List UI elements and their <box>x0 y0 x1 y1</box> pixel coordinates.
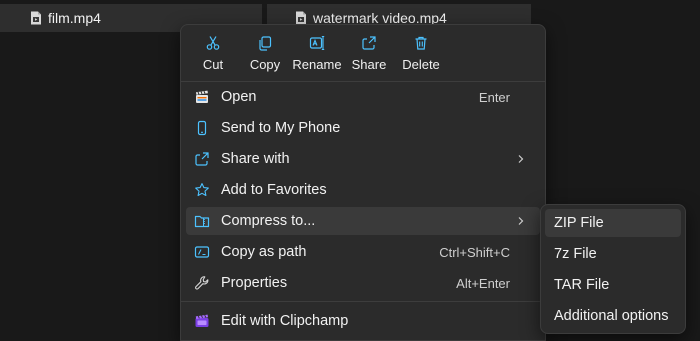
menu-item-share-with[interactable]: Share with <box>186 145 540 173</box>
copy-label: Copy <box>249 57 281 72</box>
menu-item-label: Compress to... <box>221 213 316 229</box>
video-file-icon <box>295 11 307 25</box>
menu-item-properties[interactable]: Properties Alt+Enter <box>186 269 540 297</box>
menu-item-open[interactable]: Open Enter <box>186 83 540 111</box>
submenu-item-7z-file[interactable]: 7z File <box>545 240 681 268</box>
menu-item-label: Copy as path <box>221 244 307 260</box>
share-with-icon <box>194 151 210 167</box>
rename-icon <box>309 35 325 51</box>
submenu-item-zip-file[interactable]: ZIP File <box>545 209 681 237</box>
menu-item-label: Open <box>221 89 257 105</box>
delete-button[interactable]: Delete <box>395 29 447 75</box>
submenu-item-tar-file[interactable]: TAR File <box>545 271 681 299</box>
menu-item-label: Properties <box>221 275 288 291</box>
separator <box>181 81 545 82</box>
trash-icon <box>415 36 427 50</box>
context-menu: Cut Copy Rename Share Delete Open Enter <box>180 24 546 341</box>
compress-submenu: ZIP File 7z File TAR File Additional opt… <box>540 204 686 334</box>
rename-button[interactable]: Rename <box>291 29 343 75</box>
menu-item-label: Add to Favorites <box>221 182 327 198</box>
file-name: film.mp4 <box>48 10 101 26</box>
copy-icon <box>259 36 272 51</box>
menu-item-copy-as-path[interactable]: Copy as path Ctrl+Shift+C <box>186 238 540 266</box>
keyboard-shortcut: Alt+Enter <box>456 275 510 291</box>
delete-label: Delete <box>402 57 440 72</box>
chevron-right-icon <box>518 217 524 225</box>
menu-item-compress-to[interactable]: Compress to... <box>186 207 540 235</box>
star-icon <box>194 182 210 198</box>
cut-button[interactable]: Cut <box>187 29 239 75</box>
submenu-item-additional-options[interactable]: Additional options <box>545 302 681 330</box>
cut-label: Cut <box>202 57 224 72</box>
chevron-right-icon <box>518 155 524 163</box>
clipchamp-icon <box>194 313 210 329</box>
video-file-icon <box>30 11 42 25</box>
quick-action-bar: Cut Copy Rename Share Delete <box>187 29 447 77</box>
phone-icon <box>194 120 210 136</box>
share-icon <box>362 36 376 50</box>
menu-item-label: Share with <box>221 151 290 167</box>
copy-button[interactable]: Copy <box>239 29 291 75</box>
menu-item-send-to-my-phone[interactable]: Send to My Phone <box>186 114 540 142</box>
share-button[interactable]: Share <box>343 29 395 75</box>
menu-item-label: Send to My Phone <box>221 120 341 136</box>
menu-item-add-to-favorites[interactable]: Add to Favorites <box>186 176 540 204</box>
copy-path-icon <box>194 244 210 260</box>
scissors-icon <box>206 36 220 50</box>
menu-item-label: Edit with Clipchamp <box>221 313 349 329</box>
separator <box>181 301 545 302</box>
share-label: Share <box>351 57 387 72</box>
keyboard-shortcut: Ctrl+Shift+C <box>439 244 510 260</box>
clapperboard-icon <box>194 89 210 105</box>
wrench-icon <box>194 275 210 291</box>
menu-item-edit-with-clipchamp[interactable]: Edit with Clipchamp <box>186 307 540 335</box>
rename-label: Rename <box>292 57 342 72</box>
compress-folder-icon <box>194 213 210 229</box>
keyboard-shortcut: Enter <box>478 89 510 105</box>
